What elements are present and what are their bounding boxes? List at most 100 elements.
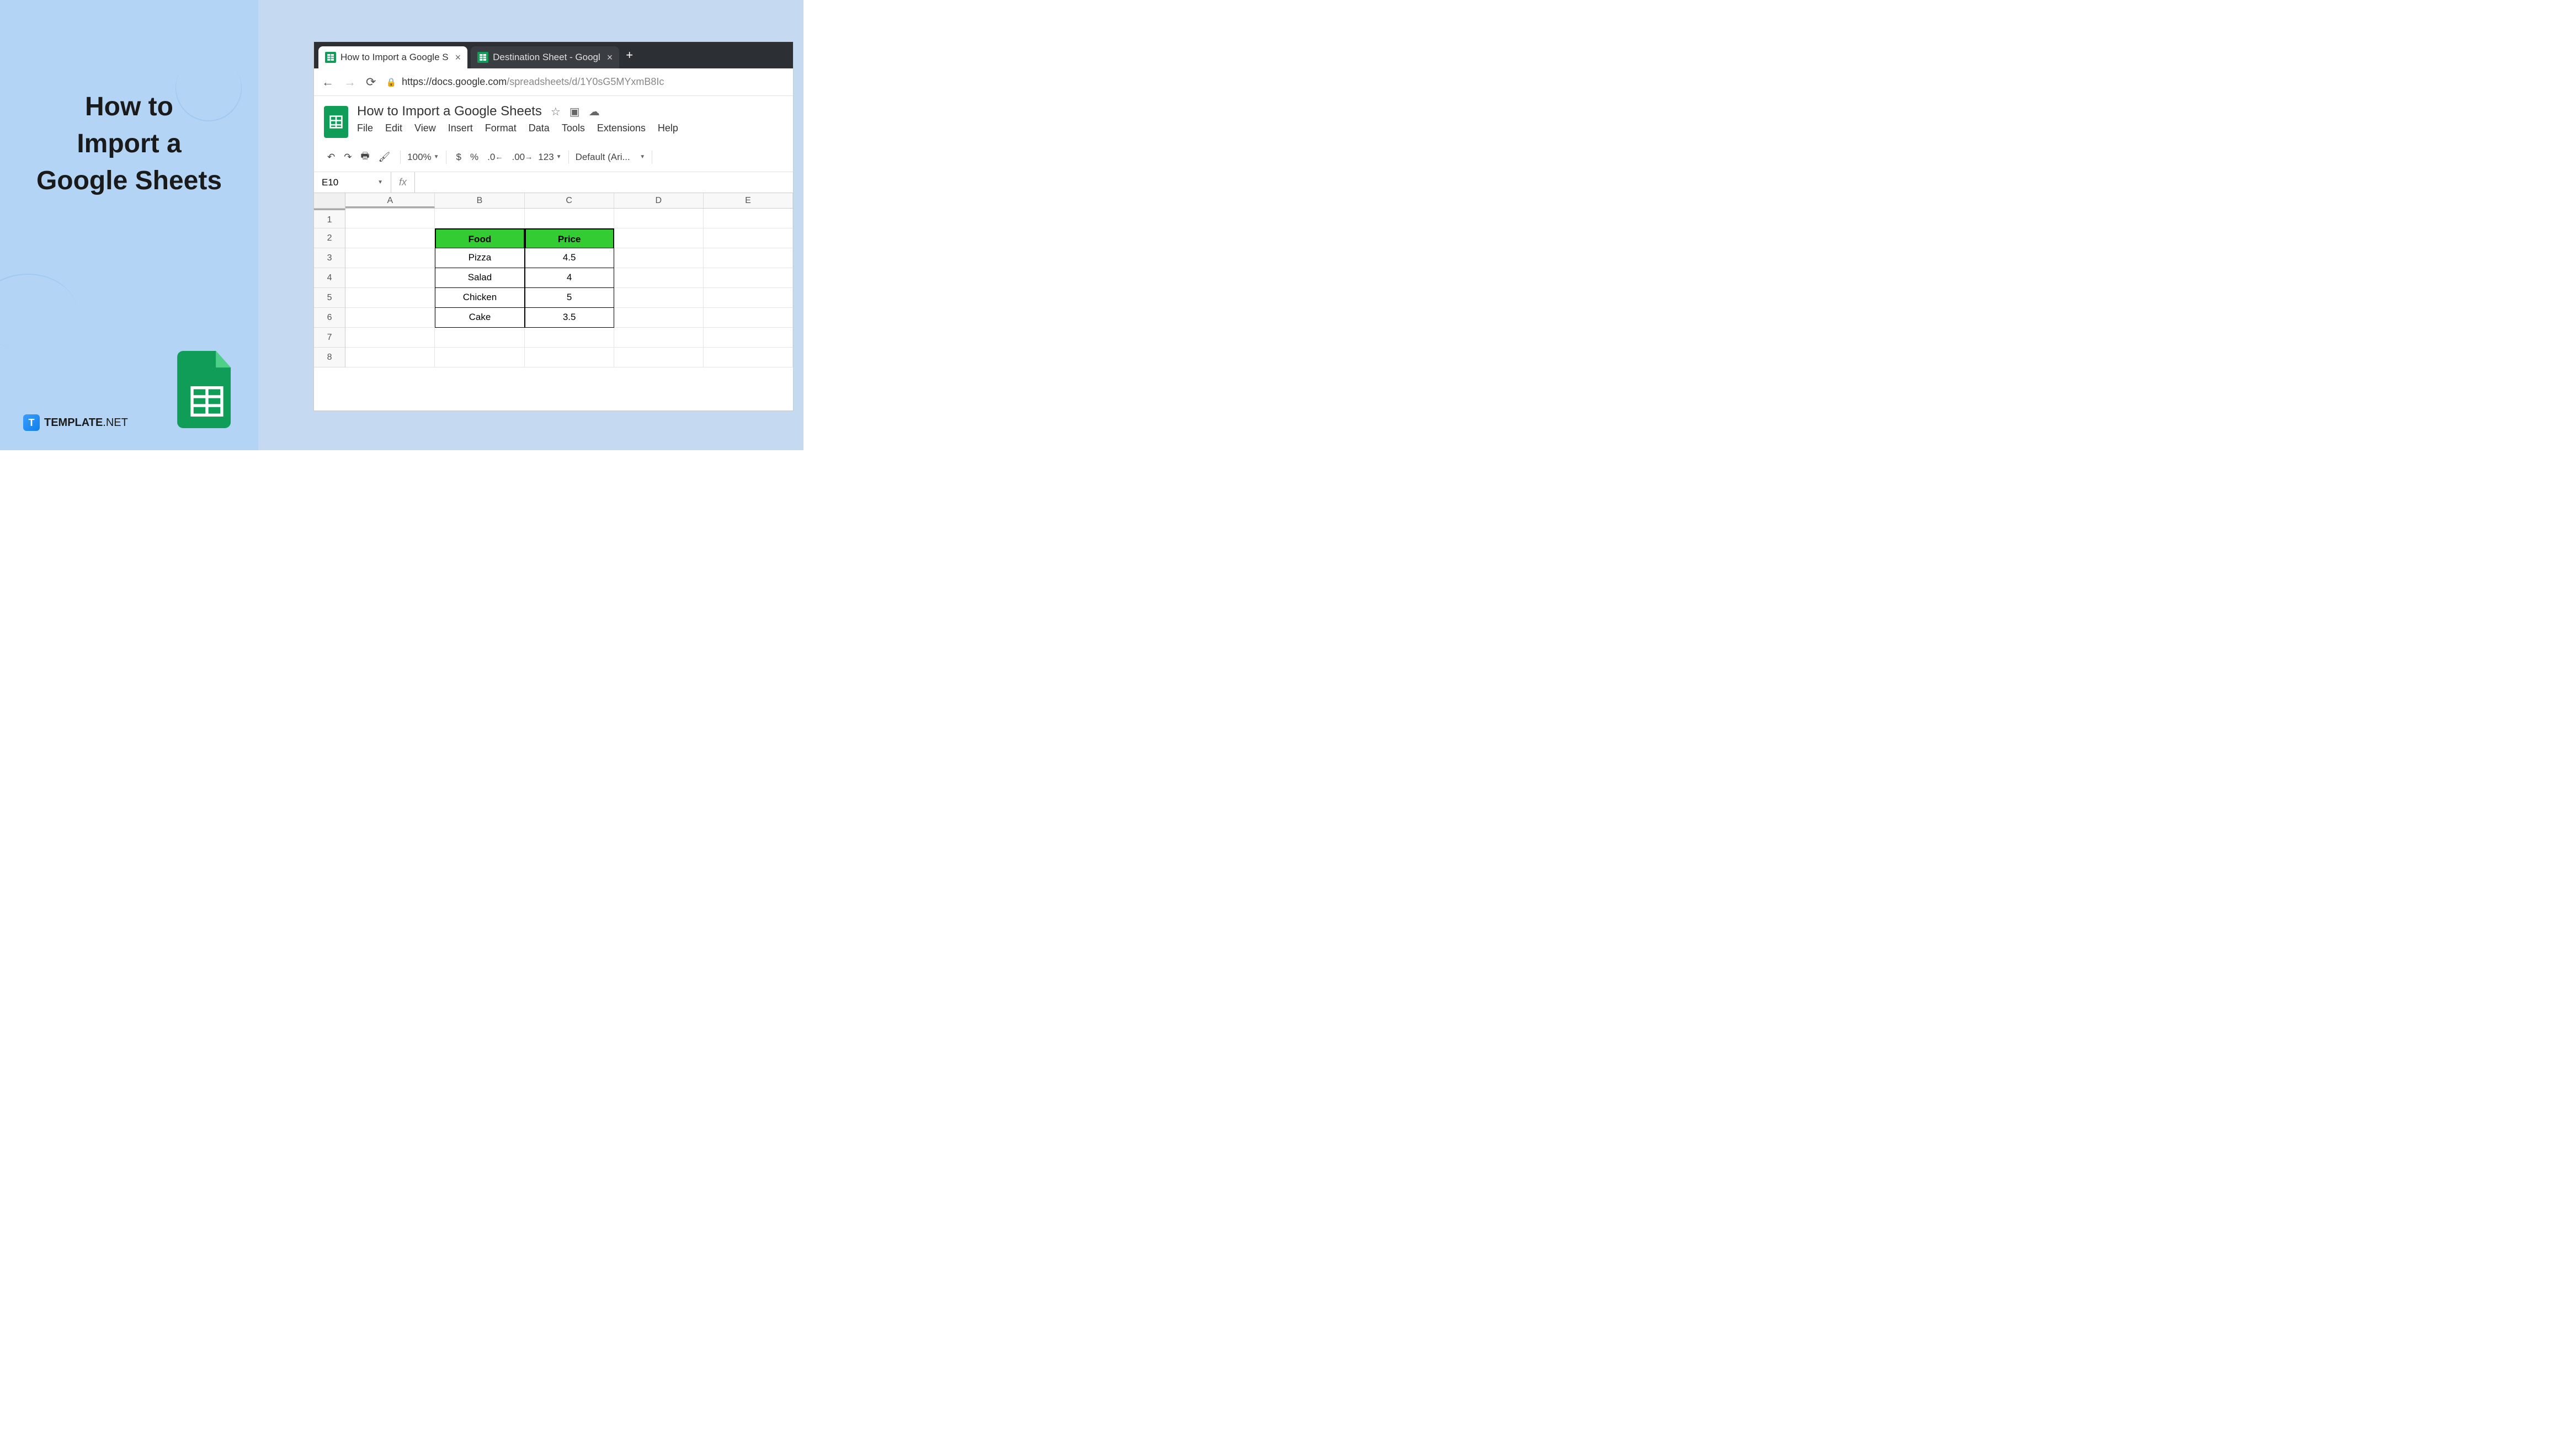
cell[interactable] bbox=[704, 308, 793, 328]
row-header[interactable]: 2 bbox=[314, 228, 345, 248]
back-button[interactable]: ← bbox=[322, 75, 334, 89]
left-panel: How to Import a Google Sheets T TEMPLATE… bbox=[0, 0, 258, 450]
cell[interactable] bbox=[435, 209, 524, 228]
cell[interactable] bbox=[525, 348, 614, 367]
row-header[interactable]: 4 bbox=[314, 268, 345, 288]
cell[interactable] bbox=[614, 288, 704, 308]
right-panel: How to Import a Google S × Destination S… bbox=[258, 0, 803, 450]
select-all-corner[interactable] bbox=[314, 193, 345, 208]
cell[interactable] bbox=[345, 328, 435, 348]
url-bar: ← → ⟳ 🔒 https://docs.google.com/spreadsh… bbox=[314, 68, 793, 96]
cell[interactable] bbox=[614, 328, 704, 348]
undo-button[interactable]: ↶ bbox=[324, 150, 338, 165]
move-icon[interactable]: ▣ bbox=[570, 105, 580, 119]
menu-format[interactable]: Format bbox=[485, 122, 517, 134]
browser-tab-active[interactable]: How to Import a Google S × bbox=[318, 46, 467, 68]
table-header-cell[interactable]: Price bbox=[525, 228, 614, 248]
currency-button[interactable]: $ bbox=[453, 150, 465, 165]
menu-view[interactable]: View bbox=[414, 122, 436, 134]
brand-logo: T TEMPLATE.NET bbox=[23, 414, 128, 431]
format-123-dropdown[interactable]: 123▼ bbox=[538, 152, 561, 163]
menu-file[interactable]: File bbox=[357, 122, 373, 134]
reload-button[interactable]: ⟳ bbox=[366, 75, 376, 89]
cell[interactable] bbox=[435, 348, 524, 367]
cell[interactable] bbox=[345, 228, 435, 248]
row-header[interactable]: 8 bbox=[314, 348, 345, 367]
col-header[interactable]: C bbox=[525, 193, 614, 208]
cell[interactable] bbox=[614, 209, 704, 228]
close-icon[interactable]: × bbox=[607, 52, 613, 63]
print-button[interactable]: 🖶 bbox=[358, 147, 373, 167]
font-dropdown[interactable]: Default (Ari... ▼ bbox=[576, 152, 646, 163]
zoom-dropdown[interactable]: 100%▼ bbox=[407, 152, 439, 163]
row-header[interactable]: 3 bbox=[314, 248, 345, 268]
row-header[interactable]: 7 bbox=[314, 328, 345, 348]
cell[interactable] bbox=[345, 348, 435, 367]
menu-tools[interactable]: Tools bbox=[562, 122, 585, 134]
decorative-curve bbox=[0, 274, 77, 351]
url-input[interactable]: 🔒 https://docs.google.com/spreadsheets/d… bbox=[386, 76, 785, 88]
star-icon[interactable]: ☆ bbox=[551, 105, 561, 119]
col-header[interactable]: B bbox=[435, 193, 524, 208]
cell[interactable] bbox=[345, 248, 435, 268]
cell[interactable] bbox=[704, 328, 793, 348]
menu-edit[interactable]: Edit bbox=[385, 122, 402, 134]
doc-header: How to Import a Google Sheets ☆ ▣ ☁ File… bbox=[314, 96, 793, 142]
cell[interactable] bbox=[435, 328, 524, 348]
cell[interactable] bbox=[345, 288, 435, 308]
col-header[interactable]: A bbox=[345, 193, 435, 208]
cell[interactable] bbox=[704, 228, 793, 248]
table-data-cell[interactable]: Cake bbox=[435, 308, 524, 328]
sheets-favicon-icon bbox=[325, 52, 336, 63]
forward-button[interactable]: → bbox=[344, 75, 356, 89]
close-icon[interactable]: × bbox=[455, 52, 461, 63]
table-data-cell[interactable]: Chicken bbox=[435, 288, 524, 308]
menu-help[interactable]: Help bbox=[658, 122, 678, 134]
cell[interactable] bbox=[614, 348, 704, 367]
col-header[interactable]: D bbox=[614, 193, 704, 208]
cloud-icon[interactable]: ☁ bbox=[589, 105, 600, 119]
increase-decimal-button[interactable]: .00→ bbox=[508, 150, 536, 165]
cell[interactable] bbox=[614, 268, 704, 288]
cell[interactable] bbox=[704, 288, 793, 308]
table-data-cell[interactable]: 5 bbox=[525, 288, 614, 308]
menu-data[interactable]: Data bbox=[529, 122, 550, 134]
sheets-app-icon[interactable] bbox=[324, 106, 348, 138]
table-data-cell[interactable]: 3.5 bbox=[525, 308, 614, 328]
table-header-cell[interactable]: Food bbox=[435, 228, 524, 248]
menu-insert[interactable]: Insert bbox=[448, 122, 473, 134]
cell[interactable] bbox=[525, 209, 614, 228]
decrease-decimal-button[interactable]: .0← bbox=[484, 150, 506, 165]
cell[interactable] bbox=[704, 209, 793, 228]
col-header[interactable]: E bbox=[704, 193, 793, 208]
redo-button[interactable]: ↷ bbox=[340, 150, 355, 165]
paint-format-button[interactable]: 🖌 bbox=[375, 150, 394, 165]
row-header[interactable]: 1 bbox=[314, 209, 345, 228]
cell-reference-input[interactable]: E10▼ bbox=[314, 172, 391, 193]
row-header[interactable]: 6 bbox=[314, 308, 345, 328]
new-tab-button[interactable]: + bbox=[626, 48, 633, 62]
brand-text: TEMPLATE.NET bbox=[44, 417, 128, 429]
row-header[interactable]: 5 bbox=[314, 288, 345, 308]
cell[interactable] bbox=[345, 209, 435, 228]
cell[interactable] bbox=[525, 328, 614, 348]
cell[interactable] bbox=[704, 268, 793, 288]
browser-tab-inactive[interactable]: Destination Sheet - Googl × bbox=[471, 46, 619, 68]
cell[interactable] bbox=[614, 308, 704, 328]
table-data-cell[interactable]: Pizza bbox=[435, 248, 524, 268]
sheets-favicon-icon bbox=[477, 52, 488, 63]
table-data-cell[interactable]: 4 bbox=[525, 268, 614, 288]
cell[interactable] bbox=[614, 248, 704, 268]
doc-title[interactable]: How to Import a Google Sheets bbox=[357, 104, 542, 119]
toolbar: ↶ ↷ 🖶 🖌 100%▼ $ % .0← .00→ 123▼ Default bbox=[314, 142, 793, 172]
cell[interactable] bbox=[704, 248, 793, 268]
cell[interactable] bbox=[704, 348, 793, 367]
tabs-bar: How to Import a Google S × Destination S… bbox=[314, 42, 793, 68]
cell[interactable] bbox=[345, 268, 435, 288]
menu-extensions[interactable]: Extensions bbox=[597, 122, 646, 134]
table-data-cell[interactable]: 4.5 bbox=[525, 248, 614, 268]
percent-button[interactable]: % bbox=[467, 150, 482, 165]
table-data-cell[interactable]: Salad bbox=[435, 268, 524, 288]
cell[interactable] bbox=[614, 228, 704, 248]
cell[interactable] bbox=[345, 308, 435, 328]
